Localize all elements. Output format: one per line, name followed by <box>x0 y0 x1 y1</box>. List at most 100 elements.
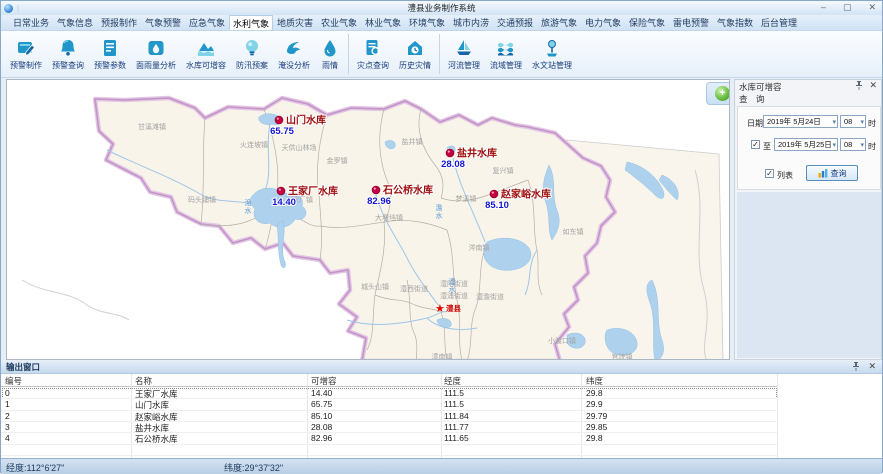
panel-subtitle: 查 询 <box>739 93 767 105</box>
tab-预报制作[interactable]: 预报制作 <box>97 15 141 30</box>
tab-农业气象[interactable]: 农业气象 <box>317 15 361 30</box>
toolbar-button-面雨量分析[interactable]: 面雨量分析 <box>131 32 181 76</box>
chevron-down-icon: ▾ <box>860 117 864 128</box>
bell-icon <box>58 38 78 58</box>
output-table[interactable]: 编号名称可增容经度纬度 0王家厂水库14.40111.529.81山门水库65.… <box>1 374 882 458</box>
tab-应急气象[interactable]: 应急气象 <box>185 15 229 30</box>
table-cell: 65.75 <box>311 399 332 409</box>
river-label-洈水: 水 <box>245 206 252 215</box>
toolbar-button-雨情[interactable]: 雨情 <box>315 32 345 76</box>
tab-保险气象[interactable]: 保险气象 <box>625 15 669 30</box>
column-header-经度[interactable]: 经度 <box>444 375 461 387</box>
table-cell: 29.8 <box>586 388 603 398</box>
tab-水利气象[interactable]: 水利气象 <box>229 15 273 30</box>
toolbar-button-label: 淹没分析 <box>278 60 310 71</box>
tab-气象信息[interactable]: 气象信息 <box>53 15 97 30</box>
app-window: | 澧县业务制作系统 – ▢ ✕ 日常业务气象信息预报制作气象预警应急气象水利气… <box>0 0 883 473</box>
table-cell: 14.40 <box>311 388 332 398</box>
output-close-icon[interactable]: ✕ <box>868 362 876 371</box>
toolbar-button-预警查询[interactable]: 预警查询 <box>47 32 89 76</box>
tab-城市内涝[interactable]: 城市内涝 <box>449 15 493 30</box>
toolbar-button-label: 预警查询 <box>52 60 84 71</box>
table-cell: 4 <box>5 433 10 443</box>
hour-to-dropdown[interactable]: 08▾ <box>840 138 866 151</box>
toolbar-button-历史灾情[interactable]: 历史灾情 <box>394 32 436 76</box>
county-map[interactable]: 甘溪滩镇火连坡镇天供山林场金罗镇盐井镇码头铺镇王家厂镇复兴镇梦溪镇大堰垱镇涔南镇… <box>7 80 730 360</box>
chevron-down-icon: ▾ <box>832 140 836 151</box>
marker-highlight <box>277 118 279 120</box>
town-label-火连坡镇: 火连坡镇 <box>240 140 268 149</box>
toolbar-button-灾点查询[interactable]: 灾点查询 <box>352 32 394 76</box>
toolbar-button-预警制作[interactable]: 预警制作 <box>5 32 47 76</box>
tab-日常业务[interactable]: 日常业务 <box>9 15 53 30</box>
toolbar-button-label: 面雨量分析 <box>136 60 176 71</box>
to-date-checkbox[interactable]: ✓ <box>751 140 760 149</box>
map-panel[interactable]: 甘溪滩镇火连坡镇天供山林场金罗镇盐井镇码头铺镇王家厂镇复兴镇梦溪镇大堰垱镇涔南镇… <box>6 79 730 360</box>
title-bar: | 澧县业务制作系统 – ▢ ✕ <box>1 1 882 15</box>
toolbar-button-流域管理[interactable]: 流域管理 <box>485 32 527 76</box>
toolbar-button-预警参数[interactable]: 预警参数 <box>89 32 131 76</box>
station-icon <box>542 38 562 58</box>
tab-雷电预警[interactable]: 雷电预警 <box>669 15 713 30</box>
minimize-button[interactable]: – <box>821 2 826 13</box>
town-label-澧南镇: 澧南镇 <box>432 352 453 360</box>
reservoir-capacity-value: 85.10 <box>485 200 509 211</box>
output-window-header: 输出窗口 ✕ <box>1 361 882 374</box>
column-header-可增容[interactable]: 可增容 <box>311 375 337 387</box>
reservoir-capacity-value: 28.08 <box>441 159 465 170</box>
plus-icon: + <box>715 86 730 101</box>
tab-交通预报[interactable]: 交通预报 <box>493 15 537 30</box>
column-header-名称[interactable]: 名称 <box>135 375 152 387</box>
query-button[interactable]: 查询 <box>806 165 858 181</box>
toolbar-button-label: 历史灾情 <box>399 60 431 71</box>
table-cell: 111.5 <box>444 388 464 398</box>
rain-analysis-icon <box>146 38 166 58</box>
toolbar-button-河流管理[interactable]: 河流管理 <box>443 32 485 76</box>
tab-环境气象[interactable]: 环境气象 <box>405 15 449 30</box>
tab-气象指数[interactable]: 气象指数 <box>713 15 757 30</box>
table-column-divider <box>307 374 308 458</box>
toolbar-button-label: 预警参数 <box>94 60 126 71</box>
column-header-编号[interactable]: 编号 <box>5 375 22 387</box>
pin-icon[interactable] <box>855 81 863 90</box>
table-column-divider <box>777 374 778 458</box>
marker-highlight <box>492 192 494 194</box>
column-header-纬度[interactable]: 纬度 <box>586 375 603 387</box>
tab-后台管理[interactable]: 后台管理 <box>757 15 801 30</box>
tab-电力气象[interactable]: 电力气象 <box>581 15 625 30</box>
table-cell: 29.9 <box>586 399 603 409</box>
date-to-dropdown[interactable]: 2019年 5月25日▾ <box>774 138 838 151</box>
town-label-码头铺镇: 码头铺镇 <box>188 195 216 204</box>
date-from-dropdown[interactable]: 2019年 5月24日▾ <box>763 115 838 128</box>
table-header-row: 编号 名称 可增容 经度 纬度 <box>1 374 777 387</box>
bulb-icon <box>242 38 262 58</box>
hour-from-dropdown[interactable]: 08▾ <box>840 115 866 128</box>
raindrop-icon <box>320 38 340 58</box>
town-label-金罗镇: 金罗镇 <box>327 156 348 165</box>
toolbar-button-防汛预案[interactable]: 防汛预案 <box>231 32 273 76</box>
toolbar-button-水文站管理[interactable]: 水文站管理 <box>527 32 577 76</box>
table-cell: 29.85 <box>586 422 607 432</box>
map-zoom-in-button[interactable]: + <box>706 82 730 105</box>
reservoir-name-label: 盐井水库 <box>457 147 497 160</box>
list-checkbox[interactable]: ✓ <box>765 169 774 178</box>
pin-icon[interactable] <box>852 362 860 371</box>
panel-empty-area <box>737 192 881 358</box>
tab-地质灾害[interactable]: 地质灾害 <box>273 15 317 30</box>
toolbar-button-label: 河流管理 <box>448 60 480 71</box>
tab-气象预警[interactable]: 气象预警 <box>141 15 185 30</box>
maximize-button[interactable]: ▢ <box>843 2 852 13</box>
river-label-澧水: 水 <box>449 285 456 294</box>
toolbar-button-淹没分析[interactable]: 淹没分析 <box>273 32 315 76</box>
toolbar-button-水库可增容[interactable]: 水库可增容 <box>181 32 231 76</box>
table-column-divider <box>581 374 582 458</box>
close-button[interactable]: ✕ <box>868 2 876 13</box>
status-longitude: 经度:112°6'27" <box>6 461 64 474</box>
toolbar-button-label: 灾点查询 <box>357 60 389 71</box>
town-label-小渡口镇: 小渡口镇 <box>548 336 576 345</box>
output-window-title: 输出窗口 <box>6 361 40 373</box>
tab-旅游气象[interactable]: 旅游气象 <box>537 15 581 30</box>
table-row-divider <box>1 398 777 399</box>
tab-林业气象[interactable]: 林业气象 <box>361 15 405 30</box>
panel-close-icon[interactable]: ✕ <box>869 81 877 90</box>
